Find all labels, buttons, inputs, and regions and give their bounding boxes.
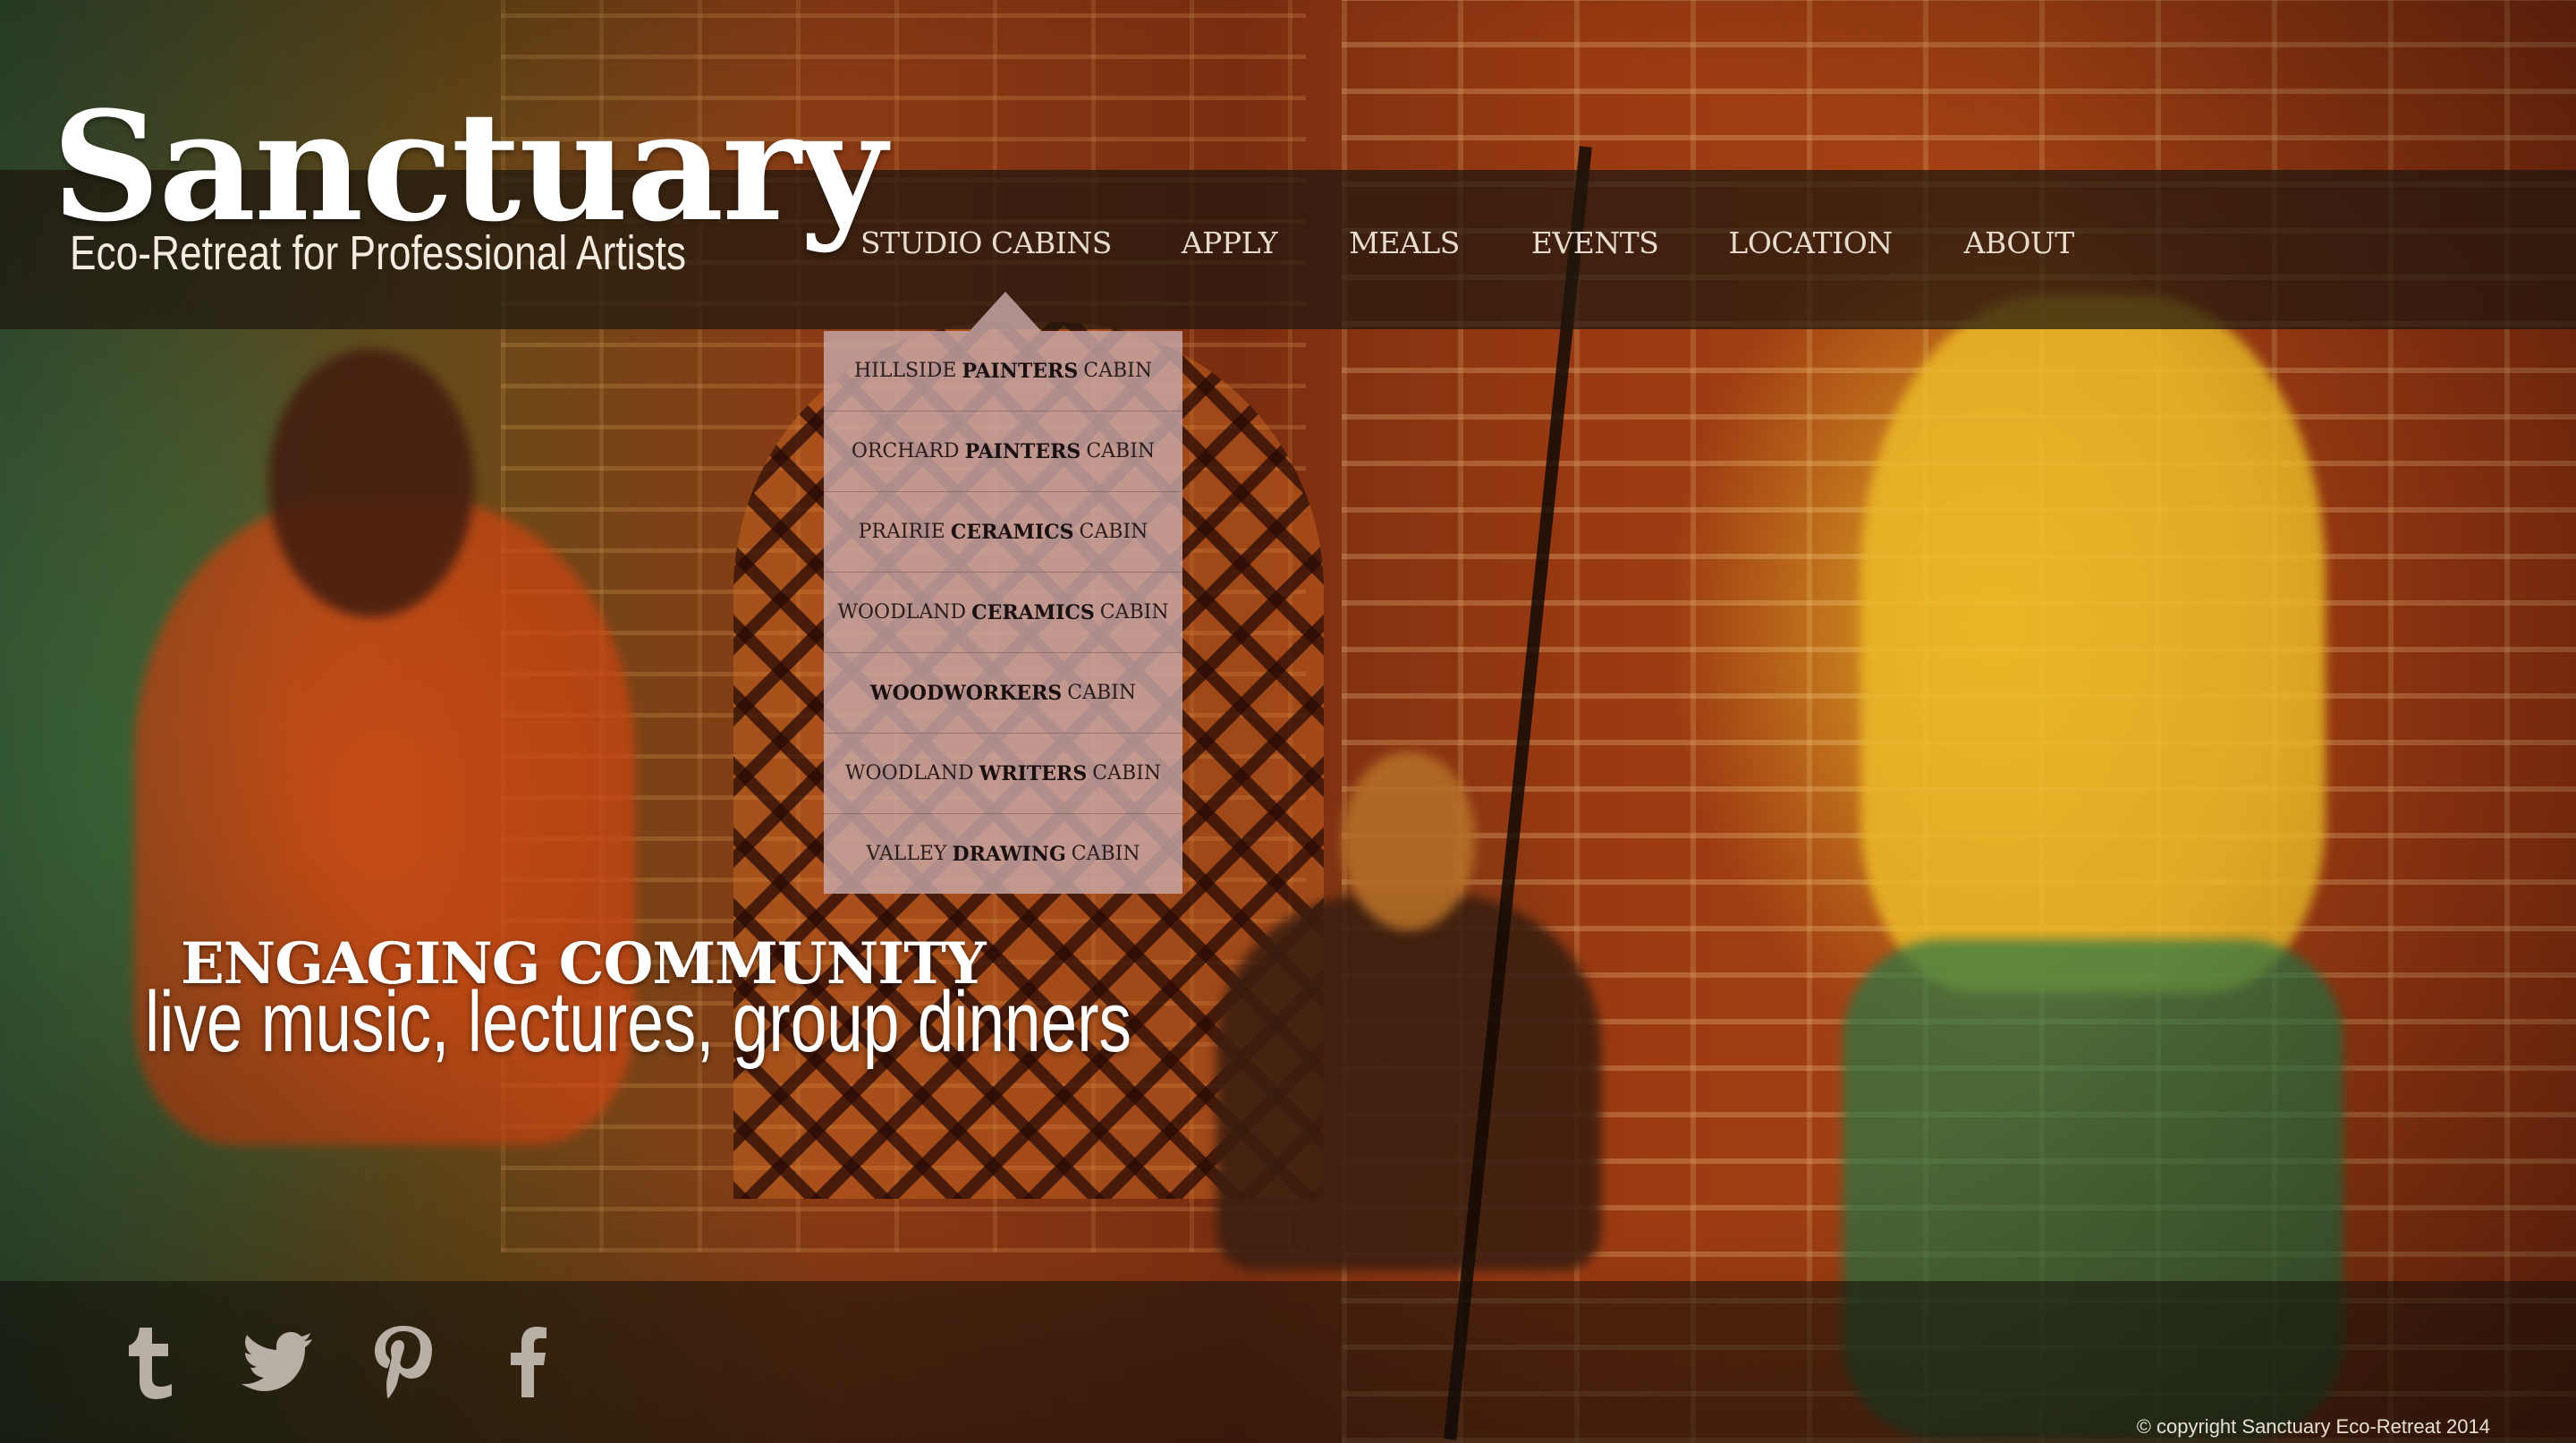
dropdown-item-discipline: CERAMICS (950, 520, 1074, 544)
dropdown-item-prefix: VALLEY (866, 843, 947, 865)
dropdown-item-valley-drawing[interactable]: VALLEY DRAWING CABIN (824, 814, 1182, 894)
facebook-link[interactable] (506, 1319, 551, 1405)
dropdown-item-discipline: WRITERS (979, 761, 1088, 785)
dropdown-item-suffix: CABIN (1083, 360, 1153, 382)
dropdown-item-woodland-ceramics[interactable]: WOODLAND CERAMICS CABIN (824, 573, 1182, 653)
nav-about[interactable]: ABOUT (1964, 225, 2075, 260)
dropdown-item-suffix: CABIN (1079, 521, 1148, 543)
dropdown-item-prairie-ceramics[interactable]: PRAIRIE CERAMICS CABIN (824, 492, 1182, 573)
site-logo-title[interactable]: Sanctuary (52, 91, 886, 242)
twitter-icon (242, 1332, 312, 1391)
dropdown-item-prefix: ORCHARD (851, 440, 960, 463)
pinterest-icon (375, 1326, 432, 1398)
studio-cabins-dropdown: HILLSIDE PAINTERS CABIN ORCHARD PAINTERS CAB… (824, 331, 1182, 894)
dropdown-item-discipline: DRAWING (952, 842, 1066, 866)
dropdown-item-suffix: CABIN (1071, 843, 1140, 865)
dropdown-item-prefix: WOODLAND (844, 762, 974, 785)
dropdown-item-prefix: PRAIRIE (858, 521, 945, 543)
nav-studio-cabins[interactable]: STUDIO CABINS (860, 225, 1112, 260)
facebook-icon (511, 1327, 547, 1397)
nav-meals[interactable]: MEALS (1349, 225, 1460, 260)
main-nav: STUDIO CABINS APPLY MEALS EVENTS LOCATIO… (860, 225, 2074, 260)
dropdown-item-prefix: HILLSIDE (853, 360, 957, 382)
dropdown-item-prefix: WOODLAND (837, 601, 967, 624)
tumblr-link[interactable] (118, 1319, 181, 1405)
dropdown-item-hillside-painters[interactable]: HILLSIDE PAINTERS CABIN (824, 331, 1182, 412)
dropdown-item-suffix: CABIN (1086, 440, 1156, 463)
nav-location[interactable]: LOCATION (1728, 225, 1893, 260)
dropdown-item-orchard-painters[interactable]: ORCHARD PAINTERS CABIN (824, 412, 1182, 492)
nav-events[interactable]: EVENTS (1531, 225, 1659, 260)
dropdown-item-woodworkers[interactable]: WOODWORKERS CABIN (824, 653, 1182, 734)
dropdown-item-suffix: CABIN (1099, 601, 1169, 624)
dropdown-item-woodland-writers[interactable]: WOODLAND WRITERS CABIN (824, 734, 1182, 814)
dropdown-pointer (970, 292, 1041, 331)
dropdown-item-suffix: CABIN (1092, 762, 1162, 785)
dropdown-item-discipline: CERAMICS (971, 600, 1095, 624)
hero-subheading: live music, lectures, group dinners (145, 974, 1131, 1070)
dropdown-item-discipline: WOODWORKERS (869, 681, 1063, 705)
nav-apply[interactable]: APPLY (1182, 225, 1278, 260)
twitter-link[interactable] (240, 1319, 313, 1405)
copyright-text: © copyright Sanctuary Eco-Retreat 2014 (2136, 1415, 2490, 1438)
site-tagline: Eco-Retreat for Professional Artists (70, 226, 687, 280)
tumblr-icon (129, 1328, 172, 1399)
pinterest-link[interactable] (369, 1319, 436, 1405)
dropdown-item-discipline: PAINTERS (962, 359, 1079, 383)
dropdown-item-discipline: PAINTERS (964, 439, 1081, 463)
dropdown-item-suffix: CABIN (1067, 682, 1137, 704)
